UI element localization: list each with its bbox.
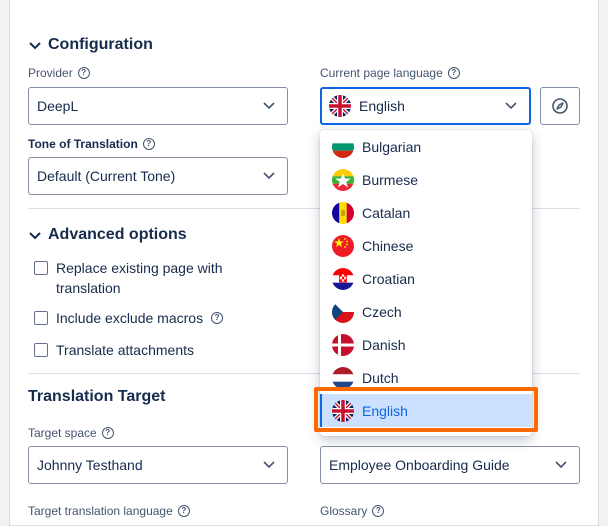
language-option-croatian[interactable]: Croatian [320,262,532,295]
language-option-label: Burmese [362,171,419,188]
language-option-danish[interactable]: Danish [320,328,532,361]
language-option-label: Dutch [362,369,399,386]
provider-label: Provider ? [28,66,90,80]
target-space-label-text: Target space [28,426,97,440]
current-language-select[interactable]: English [320,87,531,125]
provider-value: DeepL [37,98,79,114]
checkbox[interactable] [34,343,48,357]
chevron-down-icon[interactable] [28,39,42,53]
provider-select[interactable]: DeepL [28,87,288,125]
language-option-chinese[interactable]: Chinese [320,229,532,262]
detect-language-button[interactable] [540,87,580,125]
language-option-label: Bulgarian [362,138,422,155]
current-language-value: English [359,98,405,114]
option-label: Replace existing page with translation [56,260,223,296]
checkbox[interactable] [34,311,48,325]
target-space-value: Johnny Testhand [37,457,143,473]
china-flag-icon [332,234,354,257]
chevron-down-icon[interactable] [28,229,42,243]
chevron-down-icon [505,102,517,110]
tone-label-text: Tone of Translation [28,137,138,151]
glossary-label-text: Glossary [320,504,368,518]
language-option-catalan[interactable]: Catalan [320,196,532,229]
target-space-select[interactable]: Johnny Testhand [28,446,288,484]
chevron-down-icon [263,102,275,110]
provider-label-text: Provider [28,66,73,80]
checkbox[interactable] [34,261,48,275]
bulgaria-flag-icon [332,135,354,158]
language-option-czech[interactable]: Czech [320,295,532,328]
czech-flag-icon [332,300,354,323]
translate-attachments-option[interactable]: Translate attachments [34,340,194,360]
target-space-label: Target space ? [28,426,114,440]
target-language-label: Target translation language ? [28,504,190,518]
configuration-title[interactable]: Configuration [48,36,153,54]
help-icon[interactable]: ? [447,67,460,79]
help-icon[interactable]: ? [101,427,114,439]
help-icon[interactable]: ? [77,67,90,79]
tone-label: Tone of Translation ? [28,137,155,151]
annotation-highlight-box [314,387,538,432]
chevron-down-icon [263,172,275,180]
language-option-label: Chinese [362,237,414,254]
language-option-label: Danish [362,336,406,353]
help-icon[interactable]: ? [177,505,190,517]
netherlands-flag-icon [332,366,354,389]
exclude-macros-option[interactable]: Include exclude macros ? [34,308,224,328]
target-language-label-text: Target translation language [28,504,173,518]
denmark-flag-icon [332,333,354,356]
replace-page-option[interactable]: Replace existing page with translation [34,258,254,298]
translation-target-title: Translation Target [28,388,166,405]
language-option-bulgarian[interactable]: Bulgarian [320,130,532,163]
target-page-value: Employee Onboarding Guide [329,457,510,473]
option-label: Include exclude macros [56,310,204,326]
option-label: Translate attachments [56,342,194,358]
language-option-label: Czech [362,303,402,320]
andorra-flag-icon [332,201,354,224]
language-label-text: Current page language [320,66,443,80]
uk-flag-icon [329,95,351,117]
help-icon[interactable]: ? [211,312,224,324]
advanced-options-title[interactable]: Advanced options [48,226,187,244]
help-icon[interactable]: ? [372,505,385,517]
help-icon[interactable]: ? [142,138,155,150]
myanmar-flag-icon [332,168,354,191]
glossary-label: Glossary ? [320,504,385,518]
tone-select[interactable]: Default (Current Tone) [28,157,288,195]
language-option-burmese[interactable]: Burmese [320,163,532,196]
compass-icon [552,98,568,114]
target-page-select[interactable]: Employee Onboarding Guide [320,446,580,484]
tone-value: Default (Current Tone) [37,168,176,184]
chevron-down-icon [555,461,567,469]
language-option-label: Catalan [362,204,411,221]
croatia-flag-icon [332,267,354,290]
language-option-label: Croatian [362,270,415,287]
chevron-down-icon [263,461,275,469]
language-label: Current page language ? [320,66,460,80]
